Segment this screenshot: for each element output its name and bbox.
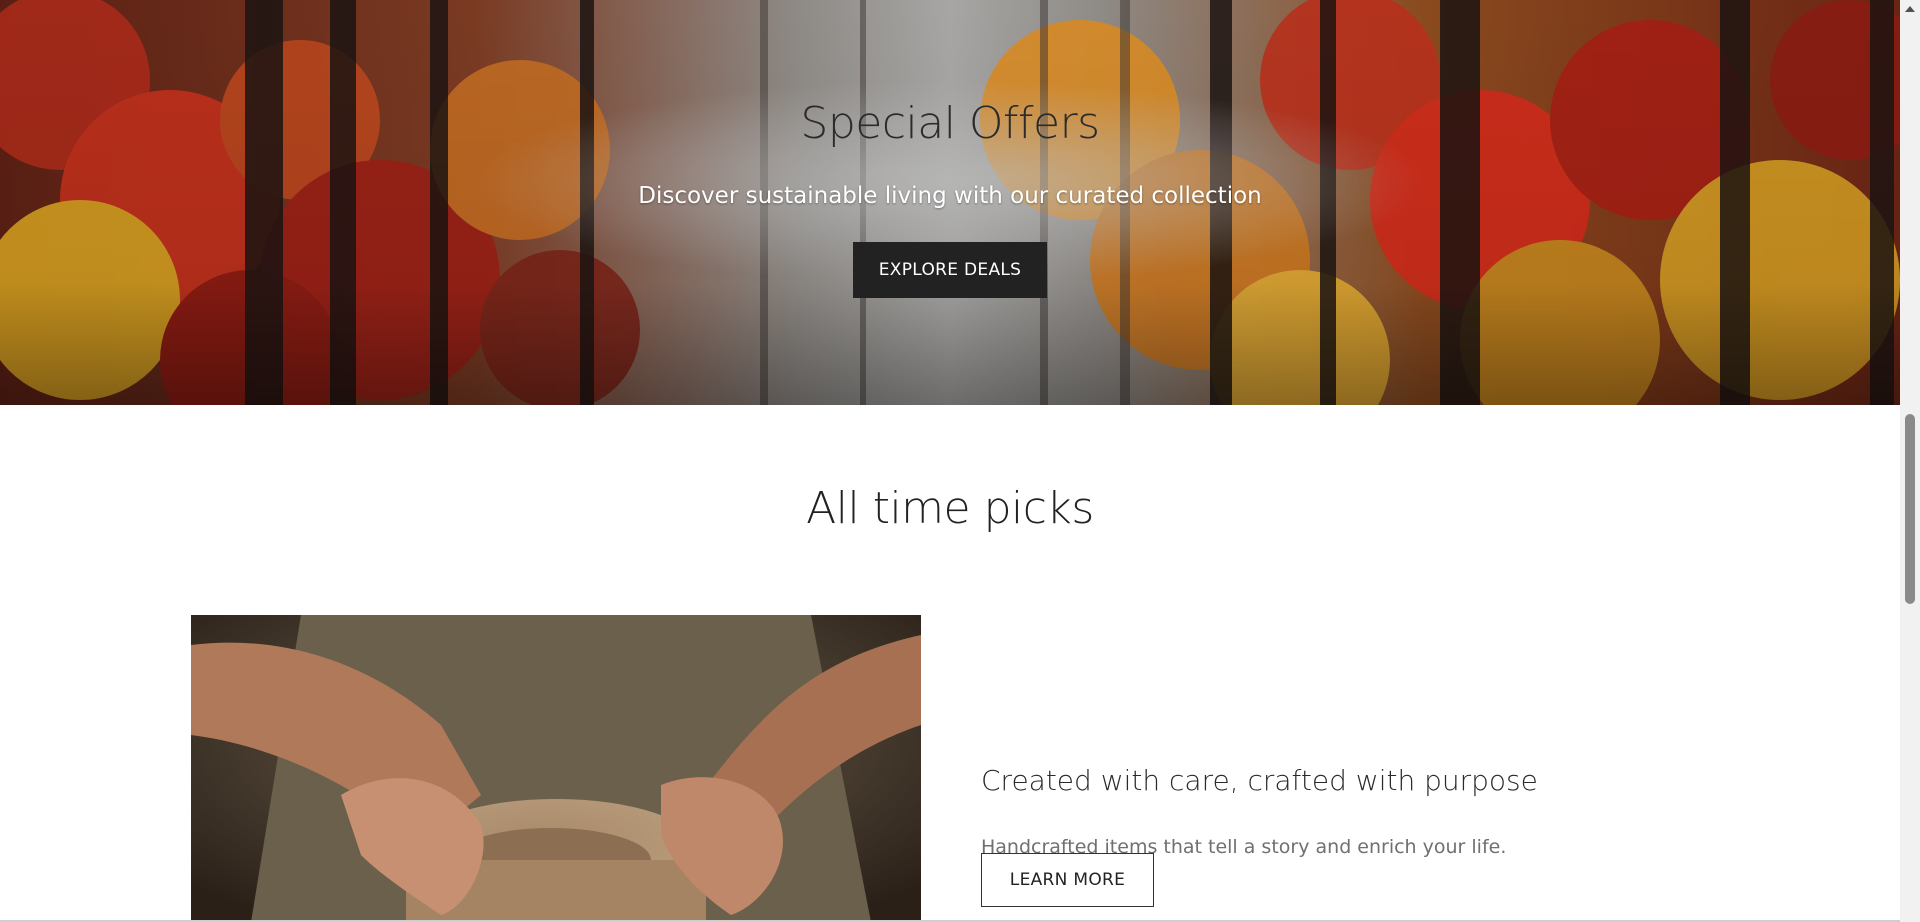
hero-title: Special Offers	[800, 98, 1100, 149]
page-content: Special Offers Discover sustainable livi…	[0, 0, 1900, 922]
pottery-hands-image	[191, 615, 921, 922]
feature-heading: Created with care, crafted with purpose	[981, 764, 1538, 797]
scroll-up-arrow-icon[interactable]	[1900, 0, 1920, 17]
page: Special Offers Discover sustainable livi…	[0, 0, 1920, 922]
hero-subtitle: Discover sustainable living with our cur…	[638, 183, 1262, 209]
scrollbar-thumb[interactable]	[1905, 414, 1915, 604]
vertical-scrollbar[interactable]	[1900, 0, 1920, 922]
section-title: All time picks	[806, 483, 1094, 534]
hero-banner: Special Offers Discover sustainable livi…	[0, 0, 1900, 405]
learn-more-button[interactable]: LEARN MORE	[981, 853, 1154, 907]
explore-deals-button[interactable]: EXPLORE DEALS	[853, 242, 1047, 298]
